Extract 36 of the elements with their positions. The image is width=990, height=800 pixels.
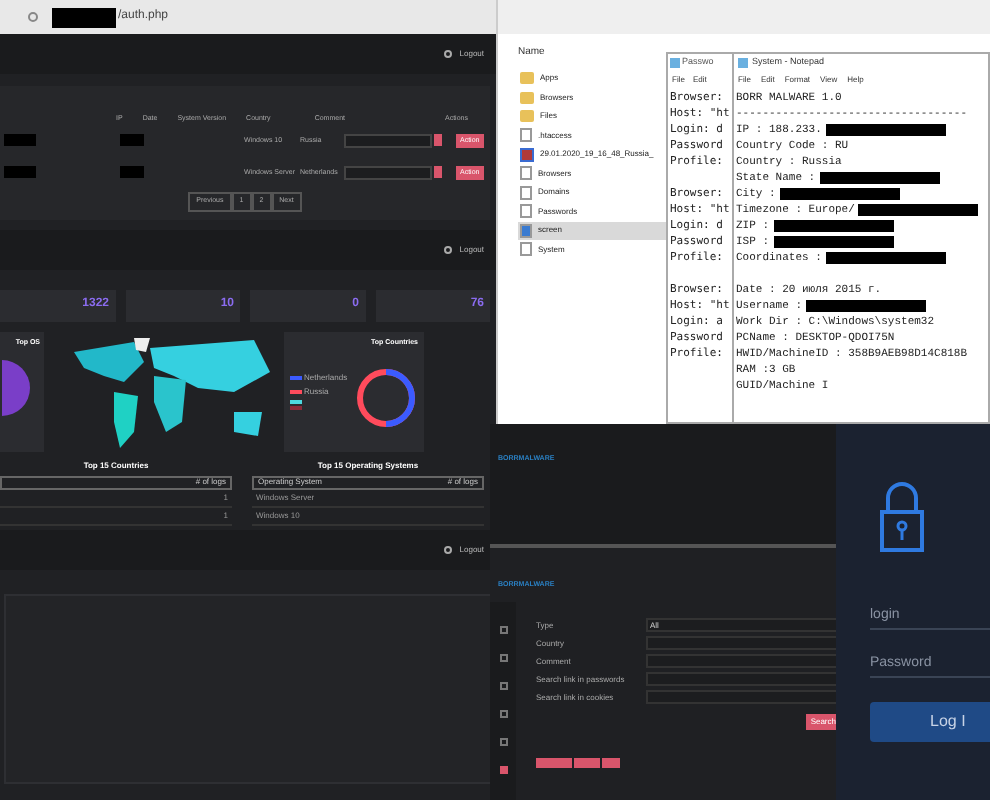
- form-field[interactable]: [646, 654, 840, 668]
- form-field[interactable]: [646, 690, 840, 704]
- action-button[interactable]: [602, 758, 620, 768]
- sidebar-icon[interactable]: [499, 654, 507, 662]
- redaction-bar: [4, 166, 36, 179]
- save-button[interactable]: [434, 134, 442, 147]
- info-icon: [28, 12, 38, 22]
- redaction-bar: [52, 7, 116, 27]
- comment-field[interactable]: [344, 133, 432, 148]
- sidebar-icon[interactable]: [499, 710, 507, 718]
- sidebar-icon[interactable]: [499, 766, 507, 774]
- action-button[interactable]: [574, 758, 600, 768]
- form-field[interactable]: [646, 636, 840, 650]
- search-icon: [443, 545, 452, 553]
- search-icon: [443, 50, 452, 58]
- notepad-icon: [738, 58, 748, 68]
- donut-chart-drawing: [353, 365, 418, 430]
- archive-icon: [520, 147, 534, 162]
- login-button[interactable]: Log I: [870, 702, 990, 742]
- notepad-icon: [670, 58, 680, 68]
- file-icon: [520, 242, 532, 257]
- redaction-bar: [120, 134, 144, 147]
- sidebar-icon[interactable]: [499, 626, 507, 634]
- comment-field[interactable]: [344, 165, 432, 180]
- lock-icon: [880, 476, 924, 552]
- sidebar-icon[interactable]: [499, 682, 507, 690]
- redaction-bar: [120, 166, 144, 179]
- form-field[interactable]: [646, 672, 840, 686]
- sidebar-icon[interactable]: [499, 738, 507, 746]
- file-icon: [520, 128, 532, 143]
- save-button[interactable]: [434, 166, 442, 179]
- pie-chart-icon: [2, 359, 30, 416]
- image-file-icon: [520, 223, 532, 238]
- action-button[interactable]: [536, 758, 572, 768]
- redaction-bar: [4, 134, 36, 147]
- search-icon: [443, 245, 452, 253]
